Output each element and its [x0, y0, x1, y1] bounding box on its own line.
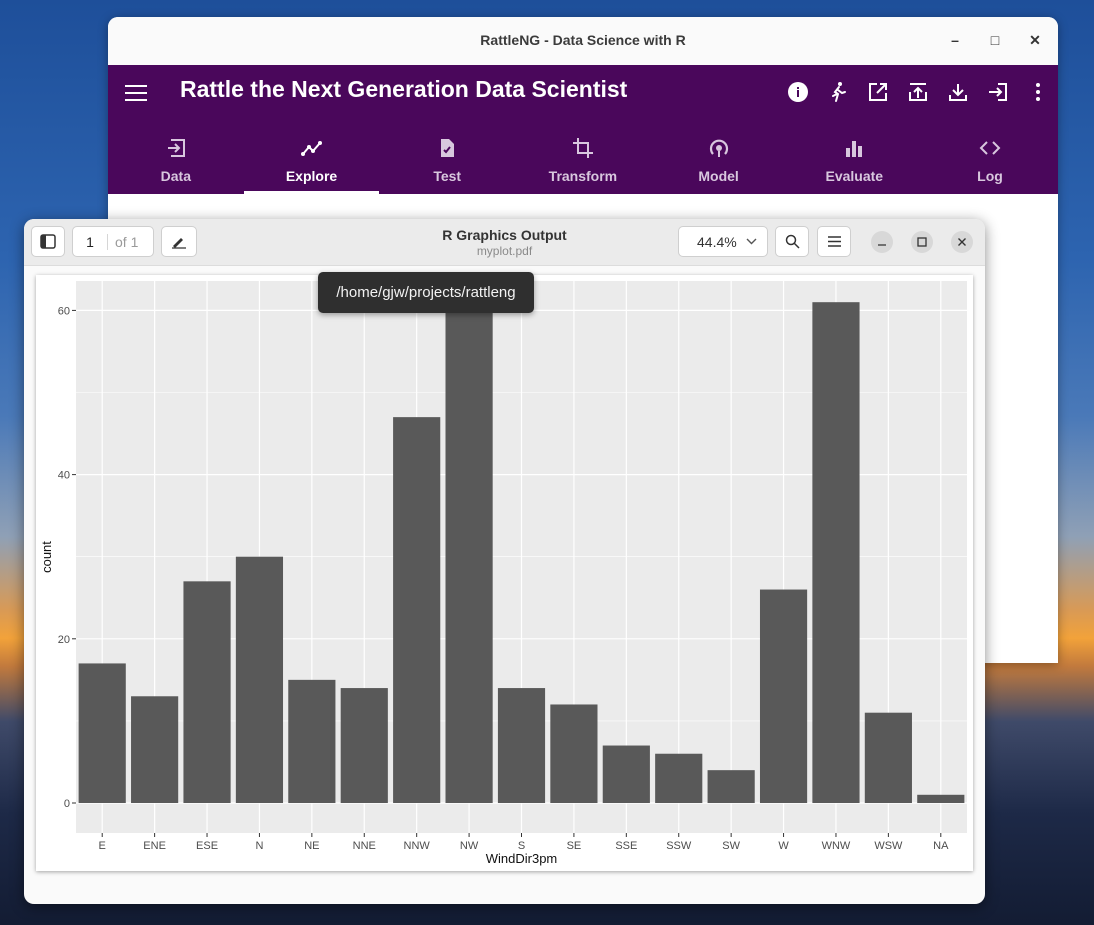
bar-NA	[917, 794, 965, 803]
viewer-maximize-button[interactable]	[911, 231, 933, 253]
tab-evaluate-label: Evaluate	[825, 168, 884, 184]
bar-WNW	[812, 302, 860, 803]
bar-ENE	[131, 696, 179, 803]
bar-SSE	[602, 745, 650, 803]
tab-explore[interactable]: Explore	[243, 124, 380, 194]
maximize-icon	[917, 237, 927, 247]
y-tick-label: 0	[64, 798, 70, 810]
x-tick-label: NA	[933, 840, 949, 852]
model-icon	[709, 139, 728, 157]
hamburger-menu-icon[interactable]	[124, 80, 148, 104]
pdf-viewer-window: 1 of 1 R Graphics Output myplot.pdf 44.4…	[24, 219, 985, 904]
more-vert-icon[interactable]	[1026, 80, 1050, 104]
x-tick-label: NW	[460, 840, 479, 852]
y-axis-label: count	[39, 541, 54, 573]
close-icon	[958, 238, 966, 246]
zoom-select[interactable]: 44.4%	[678, 226, 768, 257]
file-path-tooltip: /home/gjw/projects/rattleng	[318, 272, 534, 313]
tab-data[interactable]: Data	[108, 124, 244, 194]
tab-test-label: Test	[433, 168, 462, 184]
viewer-close-button[interactable]	[951, 231, 973, 253]
pdf-page: 0 20 40 60 E ENE ESE N NE NNE NNW NW S SE SSE SSW SW W WNW…	[36, 275, 973, 871]
bar-NNW	[393, 417, 441, 803]
rattle-maximize-button[interactable]: □	[984, 17, 1006, 63]
viewer-header: 1 of 1 R Graphics Output myplot.pdf 44.4…	[24, 219, 985, 266]
search-button[interactable]	[775, 226, 809, 257]
runner-icon[interactable]	[826, 80, 850, 104]
tab-log[interactable]: Log	[922, 124, 1058, 194]
x-tick-label: NNE	[353, 840, 376, 852]
y-tick-label: 60	[58, 305, 70, 317]
x-axis-label: WindDir3pm	[486, 851, 558, 866]
menu-button[interactable]	[817, 226, 851, 257]
app-bar: Rattle the Next Generation Data Scientis…	[108, 65, 1058, 194]
bar-SW	[707, 770, 755, 803]
x-tick-label: E	[99, 840, 106, 852]
bar-ESE	[183, 581, 231, 803]
tab-evaluate[interactable]: Evaluate	[786, 124, 922, 194]
tab-explore-label: Explore	[285, 168, 338, 184]
tab-bar: Data Explore Test Transform Model Evalua…	[108, 124, 1058, 194]
bar-S	[497, 688, 546, 803]
x-tick-label: WNW	[822, 840, 851, 852]
viewer-minimize-button[interactable]	[871, 231, 893, 253]
bar-NW	[445, 302, 493, 803]
x-tick-label: SW	[722, 840, 740, 852]
tab-model[interactable]: Model	[651, 124, 787, 194]
x-tick-label: SSW	[666, 840, 692, 852]
x-tick-label: NE	[304, 840, 319, 852]
login-icon[interactable]	[986, 80, 1010, 104]
crop-icon	[572, 138, 593, 158]
rattle-close-button[interactable]: ✕	[1024, 17, 1046, 63]
bar-SE	[550, 704, 598, 803]
x-tick-label: NNW	[404, 840, 431, 852]
bar-N	[235, 556, 284, 803]
rattle-titlebar: RattleNG - Data Science with R – □ ✕	[108, 17, 1058, 65]
open-in-new-icon[interactable]	[866, 80, 890, 104]
bar-SSW	[655, 753, 703, 803]
app-title: Rattle the Next Generation Data Scientis…	[180, 76, 628, 102]
task-icon	[441, 139, 455, 157]
y-tick-label: 40	[58, 470, 70, 482]
bar-E	[78, 663, 126, 803]
input-icon	[167, 139, 185, 157]
search-icon	[785, 234, 800, 249]
tab-log-label: Log	[977, 168, 1003, 184]
rattle-window-title: RattleNG - Data Science with R	[480, 32, 686, 48]
rattle-minimize-button[interactable]: –	[944, 17, 966, 63]
menu-icon	[828, 236, 841, 247]
bar-WSW	[864, 712, 912, 803]
bar-NNE	[340, 688, 388, 803]
zoom-value: 44.4%	[697, 234, 737, 250]
bar-W	[759, 589, 808, 803]
bar-chart: 0204060E ENE ESE N NE NNE NNW NW S SE SSE SSW SW W WNW…	[39, 281, 967, 866]
x-tick-label: ENE	[143, 840, 166, 852]
x-tick-label: SSE	[615, 840, 637, 852]
code-icon	[979, 141, 1001, 155]
tab-test[interactable]: Test	[379, 124, 515, 194]
bar-chart-icon	[846, 141, 863, 157]
tab-transform[interactable]: Transform	[515, 124, 651, 194]
download-icon[interactable]	[946, 80, 970, 104]
tab-transform-label: Transform	[548, 168, 618, 184]
x-tick-label: W	[778, 840, 789, 852]
minimize-icon	[878, 244, 886, 246]
upload-icon[interactable]	[906, 80, 930, 104]
info-icon[interactable]	[786, 80, 810, 104]
tab-data-label: Data	[160, 168, 192, 184]
bar-NE	[288, 679, 336, 803]
chevron-down-icon	[746, 238, 757, 245]
y-tick-label: 20	[58, 634, 70, 646]
x-tick-label: SE	[567, 840, 582, 852]
x-tick-label: WSW	[874, 840, 903, 852]
tab-model-label: Model	[698, 168, 739, 184]
x-tick-label: ESE	[196, 840, 218, 852]
x-tick-label: N	[255, 840, 263, 852]
insights-icon	[300, 141, 322, 156]
